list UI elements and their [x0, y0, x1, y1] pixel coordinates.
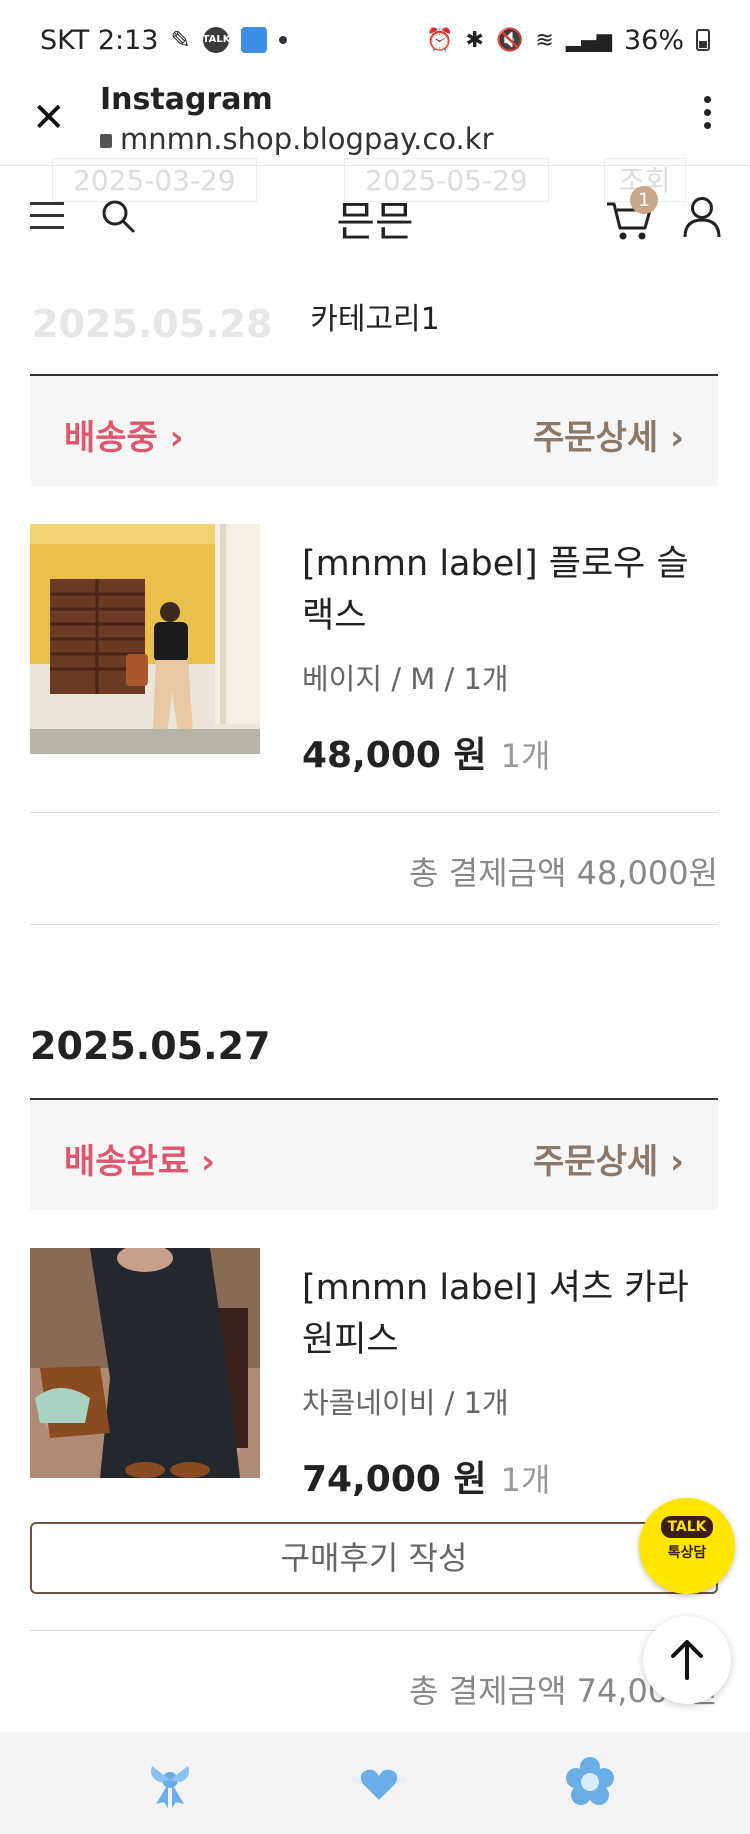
talk-chat-label: 톡상담	[667, 1545, 707, 1561]
mute-icon: 🔇	[495, 27, 524, 53]
order-status-row: 배송완료 › 주문상세 ›	[30, 1098, 718, 1210]
order-date: 2025.05.28	[32, 302, 273, 346]
alarm-icon: ⏰	[426, 27, 454, 53]
signal-icon: ▂▄▆	[565, 28, 612, 52]
wifi-icon: ≋	[535, 27, 554, 53]
battery-level: 36%	[623, 24, 684, 56]
user-icon[interactable]	[682, 196, 722, 238]
close-icon[interactable]: ✕	[32, 98, 66, 138]
divider	[30, 1630, 718, 1631]
scroll-to-top-button[interactable]	[643, 1616, 731, 1704]
write-review-button[interactable]: 구매후기 작성	[30, 1522, 718, 1594]
status-bar: SKT 2:13 ✎ TALK ⏰ ✱ 🔇 ≋ ▂▄▆ 36%	[0, 0, 750, 80]
lock-icon	[100, 134, 112, 148]
product-image[interactable]	[30, 1248, 260, 1478]
more-options-icon[interactable]	[704, 96, 712, 135]
product-image[interactable]	[30, 524, 260, 754]
product-name[interactable]: [mnmn label] 셔츠 카라 원피스	[302, 1262, 712, 1366]
browser-title: Instagram	[100, 82, 273, 117]
order-total: 총 결제금액 48,000원	[409, 854, 718, 892]
order-status-link[interactable]: 배송중 ›	[64, 410, 184, 459]
bottom-nav	[0, 1732, 750, 1834]
order-status-row: 배송중 › 주문상세 ›	[30, 374, 718, 486]
order-detail-link[interactable]: 주문상세 ›	[533, 1134, 684, 1183]
carrier-time: SKT 2:13	[40, 24, 159, 56]
cart-count-badge: 1	[630, 186, 658, 214]
order-status-link[interactable]: 배송완료 ›	[64, 1134, 215, 1183]
product-qty: 1개	[500, 1461, 551, 1499]
url-text: mnmn.shop.blogpay.co.kr	[120, 122, 494, 156]
kakaotalk-icon: TALK	[202, 27, 230, 53]
more-notifications-dot-icon	[278, 36, 287, 44]
product-option: 차콜네이비 / 1개	[302, 1386, 509, 1420]
kakao-talk-chat-button[interactable]: TALK 톡상담	[639, 1498, 735, 1594]
order-detail-link[interactable]: 주문상세 ›	[533, 410, 684, 459]
app-notification-icon	[240, 27, 267, 53]
divider	[30, 812, 718, 813]
order-date: 2025.05.27	[30, 1024, 271, 1068]
product-price: 74,000 원 1개	[302, 1459, 551, 1500]
url-bar[interactable]: mnmn.shop.blogpay.co.kr	[100, 122, 494, 156]
winged-heart-icon[interactable]	[347, 1754, 411, 1810]
bluetooth-icon: ✱	[465, 27, 484, 53]
feather-icon: ✎	[170, 26, 191, 54]
divider	[30, 924, 718, 925]
product-price: 48,000 원 1개	[302, 735, 551, 776]
ribbon-icon[interactable]	[142, 1754, 198, 1810]
talk-bubble-icon: TALK	[661, 1516, 713, 1538]
product-option: 베이지 / M / 1개	[302, 662, 509, 696]
product-qty: 1개	[500, 737, 551, 775]
product-name[interactable]: [mnmn label] 플로우 슬랙스	[302, 538, 712, 642]
page: SKT 2:13 ✎ TALK ⏰ ✱ 🔇 ≋ ▂▄▆ 36% ✕ Instag…	[0, 0, 750, 1834]
flower-icon[interactable]	[562, 1754, 618, 1810]
arrow-up-icon	[671, 1640, 703, 1680]
browser-bar: ✕ Instagram mnmn.shop.blogpay.co.kr	[0, 80, 750, 166]
battery-icon	[696, 29, 710, 51]
